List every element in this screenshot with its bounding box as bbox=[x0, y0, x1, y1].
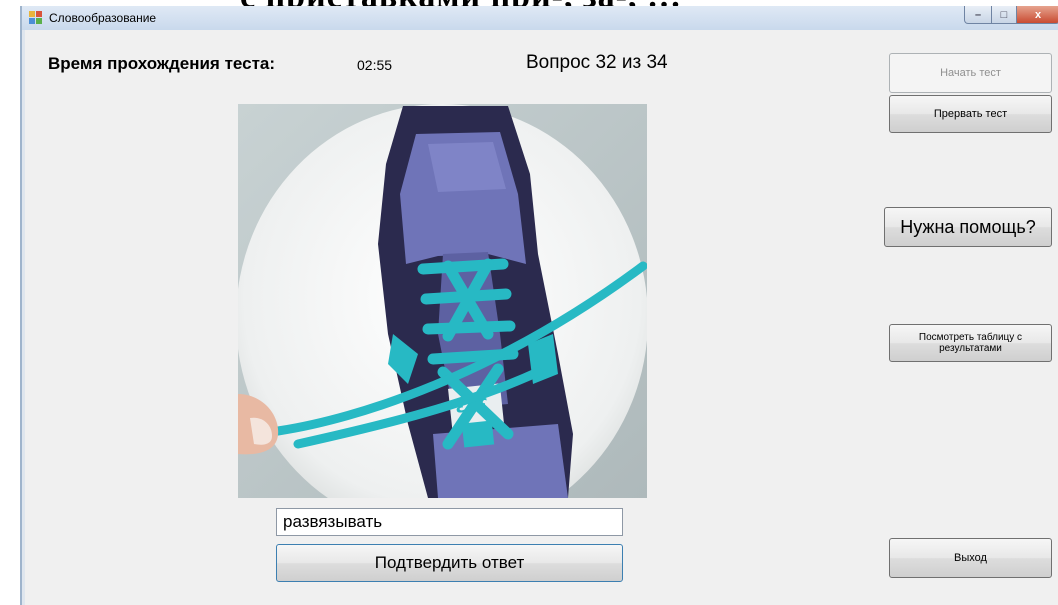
minimize-icon: – bbox=[974, 8, 982, 21]
window-left-edge bbox=[22, 30, 25, 605]
exit-button[interactable]: Выход bbox=[889, 538, 1052, 578]
app-window: Словообразование – □ x Время прохождения… bbox=[20, 6, 1058, 605]
title-bar[interactable]: Словообразование – □ x bbox=[22, 6, 1058, 30]
question-counter: Вопрос 32 из 34 bbox=[526, 52, 668, 73]
stop-test-button[interactable]: Прервать тест bbox=[889, 95, 1052, 133]
minimize-button[interactable]: – bbox=[964, 6, 992, 24]
confirm-answer-button[interactable]: Подтвердить ответ bbox=[276, 544, 623, 582]
start-test-button[interactable]: Начать тест bbox=[889, 53, 1052, 93]
window-title: Словообразование bbox=[49, 11, 157, 25]
view-results-button[interactable]: Посмотреть таблицу с результатами bbox=[889, 324, 1052, 362]
app-icon bbox=[29, 11, 43, 25]
time-label: Время прохождения теста: bbox=[48, 54, 276, 73]
close-button[interactable]: x bbox=[1016, 6, 1058, 24]
question-picture: 373 bbox=[238, 104, 647, 498]
maximize-button[interactable]: □ bbox=[991, 6, 1017, 24]
answer-input[interactable] bbox=[276, 508, 623, 536]
close-icon: x bbox=[1034, 8, 1042, 21]
maximize-icon: □ bbox=[1000, 8, 1008, 21]
help-button[interactable]: Нужна помощь? bbox=[884, 207, 1052, 247]
time-value: 02:55 bbox=[357, 57, 393, 73]
shoe-lacing-image: 373 bbox=[238, 104, 647, 498]
